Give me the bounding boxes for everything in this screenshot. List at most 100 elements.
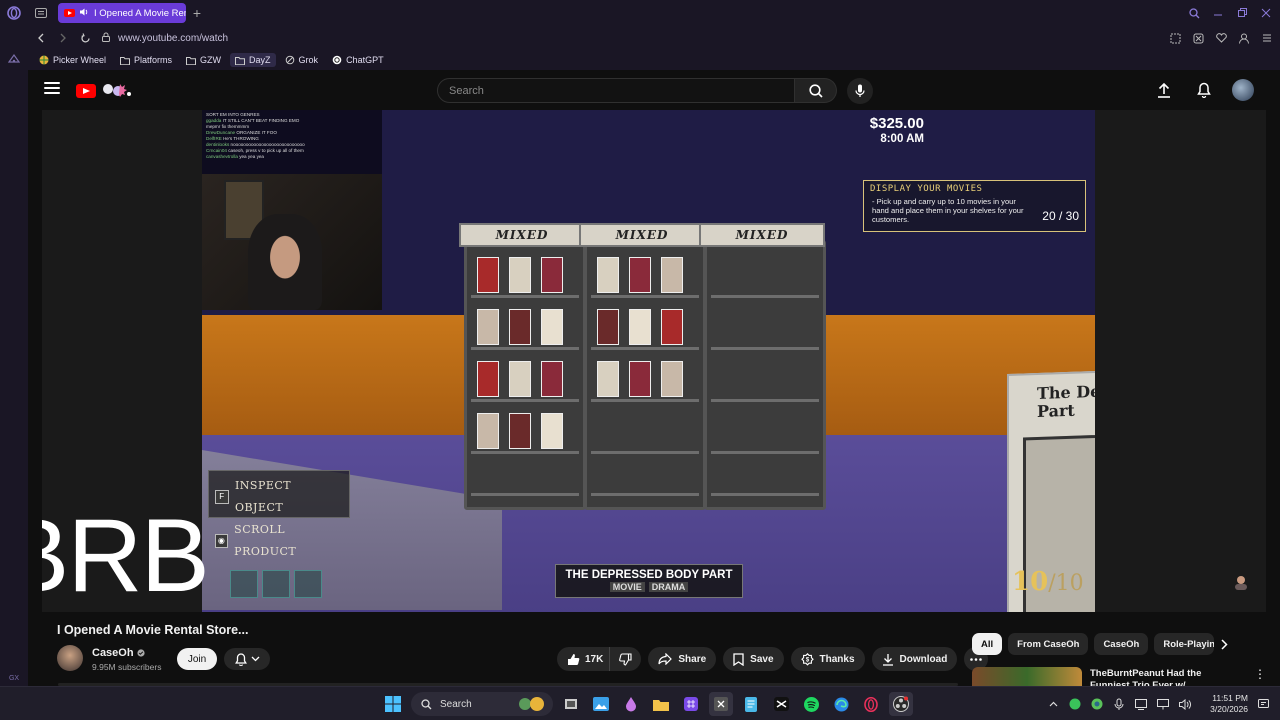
movie-cover	[597, 309, 619, 345]
upload-icon[interactable]	[1152, 78, 1176, 102]
youtube-doodle-icon[interactable]	[100, 80, 134, 100]
snapshot-icon[interactable]	[1168, 31, 1182, 45]
minimize-icon[interactable]	[1210, 5, 1226, 21]
opera-logo-icon[interactable]	[0, 0, 28, 26]
tray-display-icon[interactable]	[1134, 697, 1148, 711]
tab-active[interactable]: I Opened A Movie Rent	[58, 3, 186, 23]
bookmark-label: GZW	[200, 55, 222, 65]
search-button[interactable]	[795, 78, 837, 103]
drop-app-icon[interactable]	[619, 692, 643, 716]
chat-text: mepmr fix themmmm	[206, 124, 250, 129]
close-window-icon[interactable]	[1258, 5, 1274, 21]
save-button[interactable]: Save	[723, 647, 784, 671]
new-tab-button[interactable]: +	[186, 2, 208, 24]
network-icon[interactable]	[1156, 697, 1170, 711]
excel-app-icon[interactable]	[709, 692, 733, 716]
chevron-right-icon[interactable]	[1216, 636, 1232, 652]
bookmark-chatgpt[interactable]: ChatGPT	[327, 53, 389, 67]
grid-app-icon[interactable]	[679, 692, 703, 716]
speaker-icon[interactable]	[80, 8, 89, 19]
recommended-video[interactable]: TheBurntPeanut Had the Funniest Trio Eve…	[972, 667, 1272, 686]
channel-name[interactable]: CaseOh	[92, 647, 145, 659]
file-explorer-icon[interactable]	[649, 692, 673, 716]
voice-search-button[interactable]	[847, 78, 873, 104]
share-button[interactable]: Share	[648, 647, 717, 671]
url-field[interactable]: www.youtube.com/watch	[118, 33, 228, 44]
task-view-icon[interactable]	[559, 692, 583, 716]
tab-manager-icon[interactable]	[28, 0, 54, 26]
windows-start-icon[interactable]	[381, 692, 405, 716]
back-icon[interactable]	[32, 29, 50, 47]
hotbar-slot	[230, 570, 258, 598]
chip-role-playing[interactable]: Role-Playing G	[1154, 633, 1215, 655]
bookmark-picker-wheel[interactable]: Picker Wheel	[34, 53, 111, 67]
chat-username: DrewDuncane	[206, 130, 237, 135]
edge-icon[interactable]	[829, 692, 853, 716]
obs-app-icon[interactable]	[889, 692, 913, 716]
channel-avatar[interactable]	[57, 645, 83, 671]
taskbar-search[interactable]: Search	[411, 692, 553, 716]
bookmark-platforms[interactable]: Platforms	[115, 53, 177, 67]
recommended-title[interactable]: TheBurntPeanut Had the Funniest Trio Eve…	[1090, 668, 1220, 686]
capcut-icon[interactable]	[769, 692, 793, 716]
shelf-row	[471, 493, 579, 496]
lock-icon[interactable]	[102, 32, 110, 45]
restore-icon[interactable]	[1234, 5, 1250, 21]
heart-icon[interactable]	[1214, 31, 1228, 45]
notification-center-icon[interactable]	[1256, 697, 1270, 711]
spotify-icon[interactable]	[799, 692, 823, 716]
reload-icon[interactable]	[76, 29, 94, 47]
tray-app-green-icon[interactable]	[1068, 697, 1082, 711]
youtube-logo-icon[interactable]	[76, 84, 96, 98]
notepad-icon[interactable]	[739, 692, 763, 716]
opera-gx-taskbar-icon[interactable]	[859, 692, 883, 716]
chevron-down-icon	[251, 656, 259, 662]
chat-text: He's THROWING	[223, 136, 259, 141]
chip-caseoh[interactable]: CaseOh	[1094, 633, 1149, 655]
tray-shield-icon[interactable]	[1090, 697, 1104, 711]
shelf-row	[711, 451, 819, 454]
notifications-bell-icon[interactable]	[1192, 78, 1216, 102]
bell-icon	[234, 652, 247, 666]
forward-icon[interactable]	[54, 29, 72, 47]
chip-from-caseoh[interactable]: From CaseOh	[1008, 633, 1089, 655]
gx-corner-logo[interactable]: GX	[0, 675, 28, 682]
thumbs-down-icon	[619, 652, 632, 666]
subscription-bell-button[interactable]	[224, 648, 270, 670]
menu-icon[interactable]	[1260, 31, 1274, 45]
microphone-icon	[855, 84, 865, 97]
search-tabs-icon[interactable]	[1186, 5, 1202, 21]
tray-mic-icon[interactable]	[1112, 697, 1126, 711]
objective-panel: DISPLAY YOUR MOVIES - Pick up and carry …	[863, 180, 1086, 232]
like-button[interactable]: 17K	[557, 647, 610, 671]
shelf-row	[711, 493, 819, 496]
thanks-button[interactable]: $ Thanks	[790, 647, 865, 671]
download-button[interactable]: Download	[871, 647, 958, 671]
volume-icon[interactable]	[1178, 697, 1192, 711]
bookmark-dayz[interactable]: DayZ	[230, 53, 276, 67]
taskbar-clock[interactable]: 11:51 PM 3/20/2026	[1200, 693, 1248, 715]
profile-icon[interactable]	[1237, 31, 1251, 45]
adblock-icon[interactable]	[1191, 31, 1205, 45]
chip-all[interactable]: All	[972, 633, 1003, 655]
bookmark-grok[interactable]: Grok	[280, 53, 324, 67]
money-amount: $325.00	[869, 115, 924, 132]
clock-date: 3/20/2026	[1210, 704, 1248, 714]
guide-menu-icon[interactable]	[44, 82, 60, 96]
objective-text: - Pick up and carry up to 10 movies in y…	[872, 197, 1024, 224]
video-player[interactable]: MIXED MIXED MIXED The Depressed Body Par…	[42, 110, 1266, 612]
chevron-up-icon[interactable]	[1046, 697, 1060, 711]
account-avatar[interactable]	[1232, 79, 1254, 101]
more-vertical-icon[interactable]: ⋮	[1254, 667, 1266, 681]
recommended-thumbnail[interactable]	[972, 667, 1082, 686]
like-count: 17K	[585, 653, 604, 665]
chat-username: dentinlooks	[206, 142, 231, 147]
stream-chat-overlay: SORT EM INTO GENRES ggadda IT STILL CAN'T…	[202, 110, 382, 174]
bookmark-gzw[interactable]: GZW	[181, 53, 226, 67]
gx-control-icon[interactable]	[0, 46, 28, 72]
join-button[interactable]: Join	[177, 648, 217, 670]
shelf-row	[471, 399, 579, 402]
search-input[interactable]: Search	[437, 78, 795, 103]
dislike-button[interactable]	[609, 647, 642, 671]
photos-app-icon[interactable]	[589, 692, 613, 716]
